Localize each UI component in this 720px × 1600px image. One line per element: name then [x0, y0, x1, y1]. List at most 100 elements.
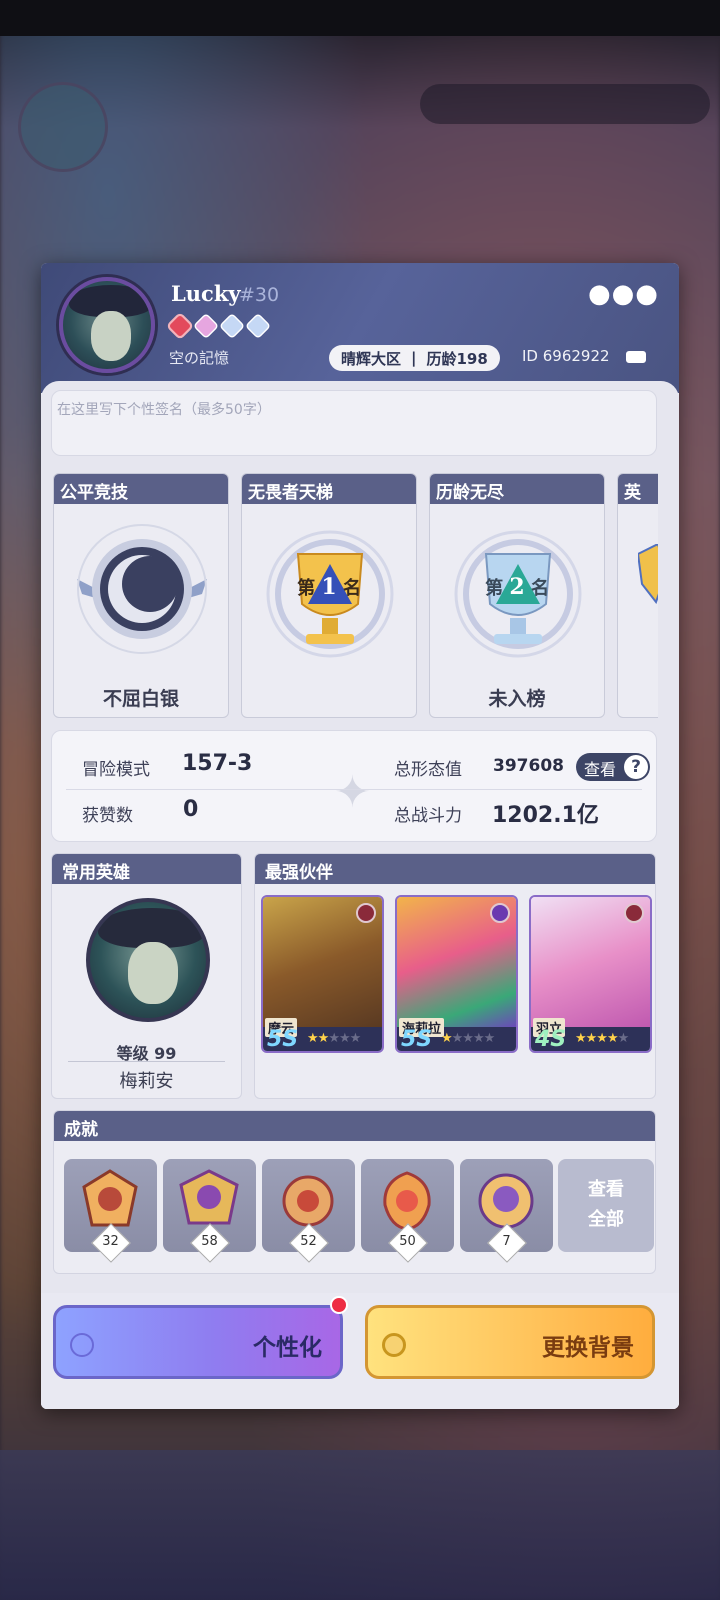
- more-icon[interactable]: ●●●: [588, 279, 659, 309]
- gem-icon: [246, 314, 270, 338]
- section-title: 成就: [54, 1111, 655, 1141]
- achievement-tile[interactable]: 7: [460, 1159, 553, 1263]
- silver-rank-emblem-icon: [77, 524, 207, 654]
- partner-card[interactable]: 摩云 5S ★★★★★: [261, 895, 384, 1053]
- profile-panel: Lucky #30 ●●● 空の記憶 晴辉大区 | 历龄198 ID 69629…: [41, 263, 679, 1409]
- partner-card[interactable]: 羽立 4S ★★★★★: [529, 895, 652, 1053]
- action-bar: 个性化 更换背景: [41, 1293, 679, 1409]
- rank-card-fair[interactable]: 公平竞技 不屈白银: [53, 473, 229, 718]
- guild-name: 空の記憶: [169, 349, 230, 367]
- faction-icon: [356, 903, 376, 923]
- achievement-tile[interactable]: 58: [163, 1159, 256, 1263]
- rank-title: 历龄无尽: [430, 474, 604, 504]
- faction-icon: [490, 903, 510, 923]
- player-avatar[interactable]: [59, 277, 155, 373]
- partner-stars: ★★★★★: [441, 1031, 495, 1046]
- hero-rank-emblem-icon: [638, 544, 658, 604]
- hero-portrait: [86, 898, 210, 1022]
- likes-value: 0: [183, 797, 199, 822]
- achievement-tile[interactable]: 52: [262, 1159, 355, 1263]
- change-background-button[interactable]: 更换背景: [365, 1305, 655, 1379]
- rank-number: 1: [321, 574, 337, 600]
- power-value: 1202.1亿: [492, 803, 599, 828]
- form-label: 总形态值: [394, 760, 462, 780]
- circle-icon: [382, 1333, 406, 1357]
- status-bar: [0, 0, 720, 36]
- adventure-value: 157-3: [182, 751, 253, 776]
- rank-prefix: 第: [485, 578, 504, 599]
- power-label: 总战斗力: [394, 806, 462, 826]
- rank-gems: [168, 314, 270, 338]
- copy-icon[interactable]: [626, 351, 646, 363]
- close-circle-icon: [70, 1333, 94, 1357]
- signature-input[interactable]: 在这里写下个性签名（最多50字）: [51, 390, 657, 456]
- change-background-label: 更换背景: [542, 1334, 634, 1361]
- achievement-count: 50: [399, 1234, 416, 1249]
- notification-dot: [330, 1296, 348, 1314]
- partner-grade: 4S: [535, 1027, 567, 1052]
- rank-suffix: 名: [530, 578, 549, 599]
- achievement-count: 58: [201, 1234, 218, 1249]
- divider: [66, 789, 642, 790]
- partner-stars: ★★★★★: [307, 1031, 361, 1046]
- achievements-section: 成就 32 58 52 50 7 查看 全部: [53, 1110, 656, 1274]
- rank-suffix: 名: [342, 578, 361, 599]
- sparkle-icon: ✦: [334, 767, 371, 818]
- profile-header: Lucky #30 ●●● 空の記憶 晴辉大区 | 历龄198 ID 69629…: [41, 263, 679, 393]
- signature-placeholder: 在这里写下个性签名（最多50字）: [57, 402, 271, 418]
- rank-title: 英: [618, 474, 658, 504]
- likes-label: 获赞数: [82, 806, 133, 826]
- gem-icon: [220, 314, 244, 338]
- server-badge: 晴辉大区 | 历龄198: [329, 345, 500, 371]
- background-resource-bar: [420, 84, 710, 124]
- divider: [68, 1061, 225, 1062]
- faction-icon: [624, 903, 644, 923]
- separator: |: [411, 349, 417, 367]
- server-name: 晴辉大区: [341, 349, 402, 368]
- gem-icon: [168, 314, 192, 338]
- background-avatar: [18, 82, 108, 172]
- rank-card-endless[interactable]: 历龄无尽 第 2 名 未入榜: [429, 473, 605, 718]
- adventure-label: 冒险模式: [82, 760, 150, 780]
- rank-title: 无畏者天梯: [242, 474, 416, 504]
- partner-grade: 5S: [401, 1027, 433, 1052]
- partner-grade: 5S: [267, 1027, 299, 1052]
- form-value: 397608: [493, 756, 564, 776]
- rank-title: 公平竞技: [54, 474, 228, 504]
- partner-card[interactable]: 海莉拉 5S ★★★★★: [395, 895, 518, 1053]
- rank-cards: 公平竞技 不屈白银 无畏者天梯 第 1 名 历龄无尽 第 2 名 未入榜 英: [53, 473, 658, 720]
- background-bottom-nav: [0, 1450, 720, 1600]
- gem-icon: [194, 314, 218, 338]
- partner-stars: ★★★★★: [575, 1031, 629, 1046]
- hero-name: 梅莉安: [119, 1071, 174, 1092]
- achievement-tile[interactable]: 32: [64, 1159, 157, 1263]
- achievement-count: 7: [502, 1234, 511, 1249]
- achievement-count: 32: [102, 1234, 119, 1249]
- rank-card-ladder[interactable]: 无畏者天梯 第 1 名: [241, 473, 417, 718]
- rank-number: 2: [509, 574, 525, 600]
- view-label: 查看: [584, 760, 617, 779]
- section-title: 最强伙伴: [255, 854, 655, 884]
- account-age: 历龄198: [426, 349, 488, 368]
- endless-rank-text: 第 2 名: [430, 574, 604, 600]
- rank-prefix: 第: [297, 578, 316, 599]
- achievement-count: 52: [300, 1234, 317, 1249]
- view-button[interactable]: 查看 ?: [576, 753, 650, 781]
- ladder-rank-text: 第 1 名: [242, 574, 416, 600]
- help-icon[interactable]: ?: [624, 755, 648, 779]
- common-hero-section[interactable]: 常用英雄 等级 99 梅莉安: [51, 853, 242, 1099]
- player-tag: #30: [239, 284, 280, 306]
- achievement-tile[interactable]: 50: [361, 1159, 454, 1263]
- rank-label: 未入榜: [488, 688, 546, 710]
- view-all-achievements-button[interactable]: 查看 全部: [558, 1159, 654, 1252]
- personalize-label: 个性化: [253, 1334, 322, 1361]
- rank-card-hero[interactable]: 英: [617, 473, 658, 718]
- avatar-face: [91, 311, 131, 361]
- hero-face: [128, 942, 178, 1004]
- player-id: ID 6962922: [522, 347, 610, 365]
- section-title: 常用英雄: [52, 854, 241, 884]
- personalize-button[interactable]: 个性化: [53, 1305, 343, 1379]
- stats-panel: ✦ 冒险模式 157-3 获赞数 0 总形态值 397608 查看 ? 总战斗力…: [51, 730, 657, 842]
- rank-label: 不屈白银: [102, 688, 179, 710]
- partners-section: 最强伙伴 摩云 5S ★★★★★ 海莉拉 5S ★★★★★ 羽立 4S ★★★★…: [254, 853, 656, 1099]
